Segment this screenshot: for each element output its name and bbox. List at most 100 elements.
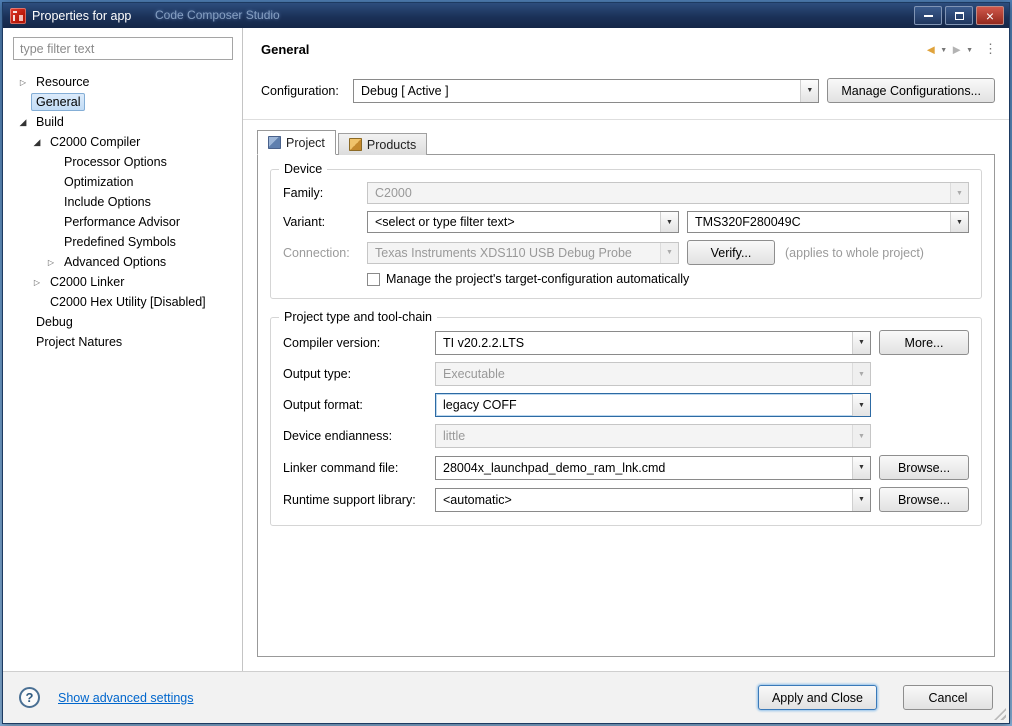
linker-command-file-combo[interactable]: 28004x_launchpad_demo_ram_lnk.cmd ▼ (435, 455, 871, 480)
verify-button[interactable]: Verify... (687, 240, 775, 265)
properties-content: General ◄ ▼ ► ▼ ⋮ Configuration: Debug [… (243, 28, 1009, 671)
chevron-down-icon[interactable]: ▼ (852, 456, 870, 479)
applies-note: (applies to whole project) (785, 245, 924, 260)
tree-item-label[interactable]: General (31, 93, 86, 111)
variant-filter-combo[interactable]: <select or type filter text> ▼ (367, 211, 679, 233)
configuration-value: Debug [ Active ] (361, 83, 449, 98)
tree-item-predefined-symbols[interactable]: Predefined Symbols (3, 232, 242, 252)
chevron-down-icon: ▼ (660, 242, 678, 263)
chevron-down-icon[interactable]: ▼ (852, 488, 870, 511)
tree-item-label[interactable]: Predefined Symbols (59, 233, 181, 251)
output-format-combo[interactable]: legacy COFF ▼ (435, 393, 871, 417)
tree-item-processor-options[interactable]: Processor Options (3, 152, 242, 172)
tree-item-label[interactable]: Performance Advisor (59, 213, 185, 231)
output-type-value: Executable (443, 367, 505, 381)
resize-grip[interactable] (994, 708, 1006, 720)
tree-item-debug[interactable]: Debug (3, 312, 242, 332)
tree-item-resource[interactable]: ▷ Resource (3, 72, 242, 92)
manage-configurations-button[interactable]: Manage Configurations... (827, 78, 995, 103)
output-format-label: Output format: (283, 398, 363, 412)
variant-filter-value: <select or type filter text> (375, 215, 515, 229)
cancel-button[interactable]: Cancel (903, 685, 993, 710)
forward-arrow-icon[interactable]: ► (950, 42, 963, 57)
tree-item-label[interactable]: Project Natures (31, 333, 127, 351)
more-button[interactable]: More... (879, 330, 969, 355)
tree-item-include-options[interactable]: Include Options (3, 192, 242, 212)
tree-item-performance-advisor[interactable]: Performance Advisor (3, 212, 242, 232)
chevron-down-icon[interactable]: ▼ (950, 212, 968, 232)
properties-dialog: Properties for app Code Composer Studio … (2, 2, 1010, 724)
tree-item-advanced-options[interactable]: ▷ Advanced Options (3, 252, 242, 272)
tree-item-label[interactable]: Processor Options (59, 153, 172, 171)
collapse-arrow-icon[interactable]: ▷ (15, 78, 31, 87)
connection-label: Connection: (283, 245, 350, 260)
collapse-arrow-icon[interactable]: ▷ (29, 278, 45, 287)
tree-item-general[interactable]: General (3, 92, 242, 112)
apply-and-close-button[interactable]: Apply and Close (757, 685, 877, 710)
linker-command-file-value: 28004x_launchpad_demo_ram_lnk.cmd (443, 460, 666, 475)
tree-item-label[interactable]: Include Options (59, 193, 156, 211)
forward-dropdown-icon[interactable]: ▼ (966, 44, 973, 54)
runtime-support-library-combo[interactable]: <automatic> ▼ (435, 487, 871, 512)
tab-products[interactable]: Products (337, 133, 428, 155)
variant-combo[interactable]: TMS320F280049C ▼ (687, 211, 969, 233)
manage-target-checkbox[interactable] (367, 272, 380, 286)
window-title: Properties for app (32, 8, 132, 23)
chevron-down-icon[interactable]: ▼ (660, 212, 678, 232)
minimize-button[interactable] (914, 6, 942, 25)
help-icon[interactable]: ? (19, 687, 40, 708)
compiler-version-label: Compiler version: (283, 335, 381, 350)
collapse-arrow-icon[interactable]: ▷ (43, 258, 59, 267)
configuration-combo[interactable]: Debug [ Active ] ▼ (353, 78, 820, 103)
maximize-button[interactable] (945, 6, 973, 25)
tab-project[interactable]: Project (257, 130, 336, 155)
runtime-browse-button[interactable]: Browse... (879, 487, 969, 512)
tree-item-c2000-compiler[interactable]: ◢ C2000 Compiler (3, 132, 242, 152)
device-endianness-value: little (443, 429, 466, 443)
show-advanced-settings-link[interactable]: Show advanced settings (58, 691, 194, 705)
title-bar[interactable]: Properties for app Code Composer Studio … (3, 3, 1009, 28)
runtime-support-library-label: Runtime support library: (283, 492, 416, 507)
device-group: Device Family: C2000 ▼ Variant: <select … (270, 162, 982, 299)
background-window-title: Code Composer Studio (155, 8, 280, 22)
tree-item-c2000-linker[interactable]: ▷ C2000 Linker (3, 272, 242, 292)
family-label: Family: (283, 186, 324, 200)
connection-combo: Texas Instruments XDS110 USB Debug Probe… (367, 241, 679, 264)
tree-item-optimization[interactable]: Optimization (3, 172, 242, 192)
project-tab-icon (268, 136, 281, 149)
linker-browse-button[interactable]: Browse... (879, 455, 969, 480)
properties-sidebar: ▷ Resource General ◢ Build ◢ C2000 Compi… (3, 28, 243, 671)
chevron-down-icon: ▼ (852, 425, 870, 447)
view-menu-icon[interactable]: ⋮ (984, 41, 997, 57)
dialog-footer: ? Show advanced settings Apply and Close… (3, 671, 1009, 723)
device-endianness-combo: little ▼ (435, 424, 871, 448)
properties-tree: ▷ Resource General ◢ Build ◢ C2000 Compi… (3, 72, 242, 352)
tree-item-label[interactable]: Build (31, 113, 69, 131)
project-tab-panel: Device Family: C2000 ▼ Variant: <select … (257, 154, 995, 657)
back-arrow-icon[interactable]: ◄ (924, 42, 937, 57)
app-icon (10, 7, 26, 24)
tree-item-label[interactable]: C2000 Linker (45, 273, 129, 291)
tree-item-label[interactable]: C2000 Compiler (45, 133, 145, 151)
expand-arrow-icon[interactable]: ◢ (15, 117, 31, 128)
variant-label: Variant: (283, 215, 326, 229)
tree-item-project-natures[interactable]: Project Natures (3, 332, 242, 352)
page-title: General (261, 41, 310, 57)
tree-item-label[interactable]: C2000 Hex Utility [Disabled] (45, 293, 211, 311)
tree-item-label[interactable]: Optimization (59, 173, 138, 191)
tree-item-build[interactable]: ◢ Build (3, 112, 242, 132)
chevron-down-icon[interactable]: ▼ (800, 79, 819, 102)
tree-item-label[interactable]: Debug (31, 313, 78, 331)
chevron-down-icon[interactable]: ▼ (852, 394, 870, 416)
close-button[interactable]: × (976, 6, 1004, 25)
family-combo: C2000 ▼ (367, 182, 969, 204)
filter-input[interactable] (13, 37, 233, 60)
expand-arrow-icon[interactable]: ◢ (29, 137, 45, 148)
device-endianness-label: Device endianness: (283, 429, 393, 443)
chevron-down-icon[interactable]: ▼ (852, 331, 870, 354)
compiler-version-combo[interactable]: TI v20.2.2.LTS ▼ (435, 330, 871, 355)
tree-item-c2000-hex-utility[interactable]: C2000 Hex Utility [Disabled] (3, 292, 242, 312)
back-dropdown-icon[interactable]: ▼ (940, 44, 947, 54)
tree-item-label[interactable]: Advanced Options (59, 253, 171, 271)
tree-item-label[interactable]: Resource (31, 73, 95, 91)
